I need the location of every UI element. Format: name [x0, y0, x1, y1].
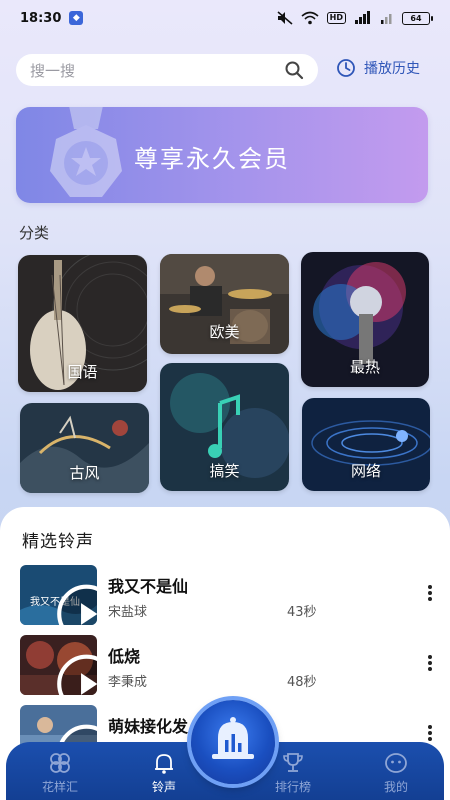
category-label: 最热	[349, 358, 380, 376]
nav-label: 排行榜	[274, 780, 311, 794]
song-title: 我又不是仙	[108, 577, 189, 596]
nav-label: 花样汇	[41, 780, 78, 794]
mute-icon	[277, 11, 293, 25]
trophy-icon	[283, 753, 303, 772]
song-artist: 宋盐球	[108, 605, 148, 620]
category-label: 搞笑	[209, 462, 240, 480]
history-label: 播放历史	[364, 61, 420, 77]
more-options-icon[interactable]	[424, 581, 436, 605]
status-time: 18:30	[20, 10, 62, 26]
play-icon[interactable]	[48, 584, 98, 625]
category-label: 网络	[350, 462, 381, 480]
search-input[interactable]: 搜一搜	[16, 54, 318, 86]
bell-equalizer-icon	[212, 717, 254, 759]
search-icon[interactable]	[284, 60, 304, 80]
song-item[interactable]: 低烧 李秉成 48秒	[0, 635, 450, 699]
song-duration: 48秒	[287, 675, 317, 690]
category-card-funny[interactable]: 搞笑	[160, 363, 289, 491]
nav-item-huayanghui[interactable]: 花样汇	[20, 750, 100, 795]
clover-icon	[50, 753, 70, 773]
song-item[interactable]: 我又不是仙 我又不是仙 宋盐球 43秒	[0, 565, 450, 629]
center-ringtone-button[interactable]	[191, 700, 275, 784]
status-bar: 18:30 ◆ HD 64	[0, 0, 450, 36]
app-notification-icon: ◆	[69, 11, 84, 25]
category-card-western[interactable]: 欧美	[160, 254, 289, 354]
song-artist: 李秉成	[108, 675, 148, 690]
profile-icon	[385, 753, 407, 773]
nav-label: 铃声	[151, 780, 176, 794]
category-label: 国语	[67, 363, 98, 381]
category-card-ancient[interactable]: 古风	[20, 403, 149, 493]
hd-icon: HD	[326, 12, 346, 24]
nav-item-mine[interactable]: 我的	[356, 750, 436, 795]
category-card-mandarin[interactable]: 国语	[18, 255, 147, 392]
search-placeholder: 搜一搜	[30, 61, 76, 80]
nav-label: 我的	[383, 780, 408, 794]
bell-icon	[155, 754, 173, 774]
wifi-icon	[301, 11, 319, 25]
song-title: 萌妹接化发	[108, 717, 189, 736]
signal-icon	[354, 11, 372, 25]
vip-banner[interactable]: 尊享永久会员	[16, 107, 428, 203]
clock-icon	[337, 59, 355, 77]
more-options-icon[interactable]	[424, 651, 436, 675]
status-icons: HD 64	[277, 11, 433, 25]
vip-text: 尊享永久会员	[134, 145, 290, 173]
play-icon[interactable]	[48, 654, 98, 695]
medal-icon	[50, 107, 122, 197]
category-title: 分类	[19, 224, 50, 242]
nav-item-ringtone[interactable]: 铃声	[124, 750, 204, 795]
song-thumbnail[interactable]	[20, 635, 97, 695]
category-card-internet[interactable]: 网络	[302, 398, 430, 491]
more-options-icon[interactable]	[424, 721, 436, 745]
song-title: 低烧	[108, 647, 141, 666]
selected-title: 精选铃声	[22, 532, 94, 552]
song-duration: 43秒	[287, 605, 317, 620]
category-label: 古风	[69, 464, 100, 482]
history-button[interactable]: 播放历史	[336, 58, 420, 78]
category-card-hottest[interactable]: 最热	[301, 252, 429, 387]
category-label: 欧美	[209, 323, 240, 341]
signal-secondary-icon	[380, 11, 394, 25]
battery-icon: 64	[402, 11, 433, 25]
song-thumbnail[interactable]: 我又不是仙	[20, 565, 97, 625]
